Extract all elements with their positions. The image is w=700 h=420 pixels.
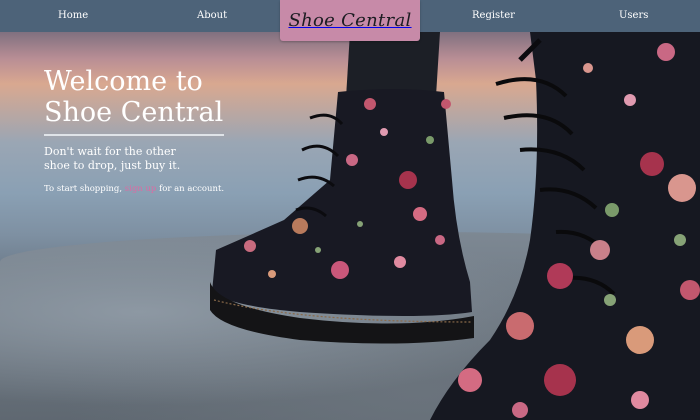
hero-divider — [44, 134, 224, 136]
signup-link[interactable]: sign up — [125, 184, 157, 194]
floral-boots-image — [210, 32, 700, 420]
cta-prefix: To start shopping, — [44, 184, 123, 194]
nav-home-link[interactable]: Home — [58, 0, 88, 32]
hero-title: Welcome to Shoe Central — [44, 66, 224, 128]
brand-name: Shoe Central — [288, 10, 412, 31]
nav-register-link[interactable]: Register — [472, 0, 515, 32]
hero-copy: Welcome to Shoe Central Don't wait for t… — [44, 66, 284, 194]
cta-suffix: for an account. — [159, 184, 225, 194]
brand-logo-link[interactable]: Shoe Central — [280, 0, 420, 41]
hero-tagline: Don't wait for the other shoe to drop, j… — [44, 145, 181, 172]
nav-users-link[interactable]: Users — [619, 0, 648, 32]
nav-about-link[interactable]: About — [197, 0, 227, 32]
hero-banner: Welcome to Shoe Central Don't wait for t… — [0, 0, 700, 420]
hero-cta: To start shopping, sign up for an accoun… — [44, 184, 284, 194]
